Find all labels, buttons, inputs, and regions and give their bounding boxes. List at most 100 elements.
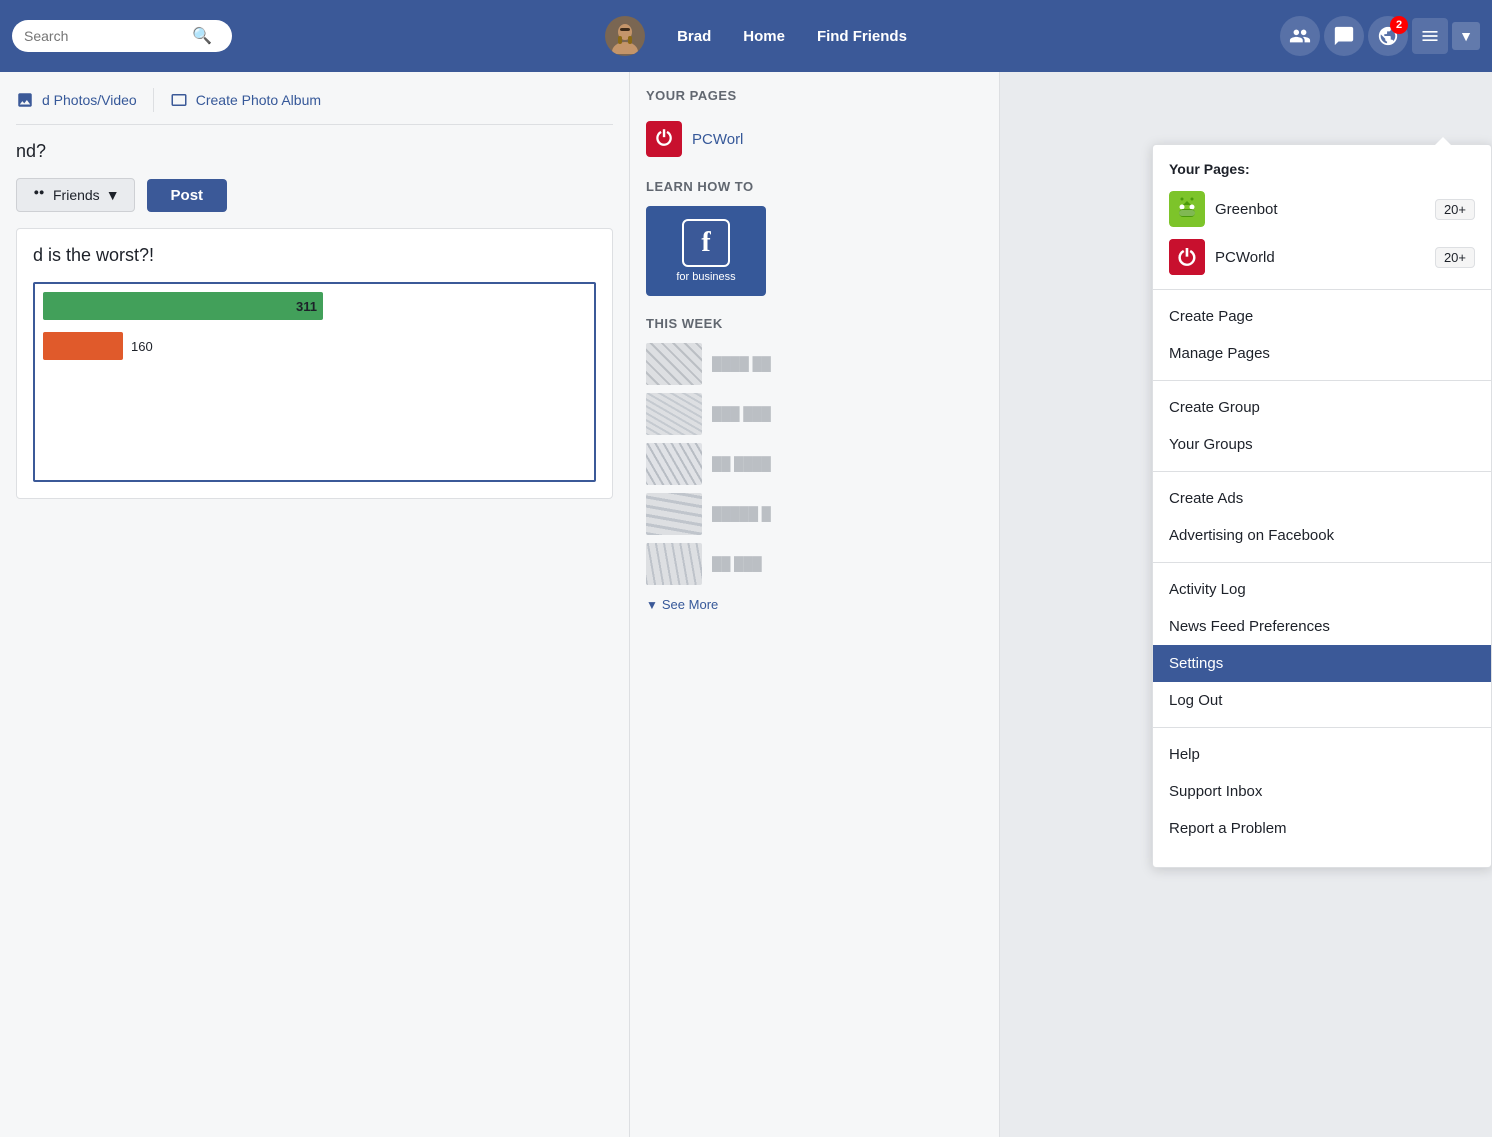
dropdown-pages-header: Your Pages:	[1153, 157, 1491, 185]
pages-list: ⏻ PCWorl	[646, 115, 983, 163]
week-text-5: ██ ███	[712, 556, 762, 573]
fb-business-card[interactable]: f for business	[646, 206, 766, 296]
dropdown-greenbot-badge: 20+	[1435, 199, 1475, 220]
dropdown-manage-pages[interactable]: Manage Pages	[1153, 335, 1491, 372]
dropdown-your-groups[interactable]: Your Groups	[1153, 426, 1491, 463]
page-item-pcworld[interactable]: ⏻ PCWorl	[646, 115, 983, 163]
notification-badge: 2	[1390, 16, 1408, 34]
week-thumb-4	[646, 493, 702, 535]
add-photos-item[interactable]: d Photos/Video	[16, 91, 137, 109]
dropdown-advertising[interactable]: Advertising on Facebook	[1153, 517, 1491, 554]
dropdown-groups-section: Create Group Your Groups	[1153, 380, 1491, 471]
chart-bar-row-1: 311	[43, 292, 586, 320]
messages-icon-btn[interactable]	[1324, 16, 1364, 56]
dropdown-activity-log[interactable]: Activity Log	[1153, 571, 1491, 608]
week-items: ████ ██ ███ ███ ██ ████ █████ █ ██ ███	[646, 343, 983, 585]
learn-section-title: Learn How to	[646, 179, 983, 194]
search-box[interactable]: 🔍	[12, 20, 232, 52]
week-item-1[interactable]: ████ ██	[646, 343, 983, 385]
week-thumb-3	[646, 443, 702, 485]
dropdown-logout[interactable]: Log Out	[1153, 682, 1491, 719]
week-item-2[interactable]: ███ ███	[646, 393, 983, 435]
this-week-title: This Week	[646, 316, 983, 331]
learn-section: Learn How to f for business	[646, 179, 983, 296]
post-button[interactable]: Post	[147, 179, 228, 212]
post-area: nd? Friends ▼ Post	[16, 141, 613, 212]
bar-green: 311	[43, 292, 323, 320]
dropdown-greenbot-name: Greenbot	[1215, 201, 1425, 218]
dropdown-create-group[interactable]: Create Group	[1153, 389, 1491, 426]
search-icon: 🔍	[192, 26, 212, 46]
post-actions: Friends ▼ Post	[16, 178, 613, 212]
svg-text:⏻: ⏻	[1178, 245, 1196, 270]
this-week-section: This Week ████ ██ ███ ███ ██ ████ █████ …	[646, 316, 983, 612]
dropdown-pages-section: Your Pages: Greenbot 20+	[1153, 157, 1491, 289]
bar-value-2: 160	[131, 339, 153, 354]
dropdown-ads-section: Create Ads Advertising on Facebook	[1153, 471, 1491, 562]
post-card: d is the worst?! 311 160	[16, 228, 613, 499]
week-text-1: ████ ██	[712, 356, 771, 373]
add-photos-label: d Photos/Video	[42, 92, 137, 108]
create-album-item[interactable]: Create Photo Album	[170, 91, 321, 109]
nav-username[interactable]: Brad	[677, 28, 711, 45]
dropdown-support-inbox[interactable]: Support Inbox	[1153, 773, 1491, 810]
week-text-4: █████ █	[712, 506, 771, 523]
friends-icon-btn[interactable]	[1280, 16, 1320, 56]
friends-btn-label: Friends	[53, 187, 100, 203]
center-panel: YOUR PAGES ⏻ PCWorl Learn How to f for b…	[630, 72, 1000, 1137]
see-more-link[interactable]: ▼ See More	[646, 597, 983, 612]
settings-icon-btn[interactable]	[1412, 18, 1448, 54]
week-text-2: ███ ███	[712, 406, 771, 423]
pcworld-icon: ⏻	[1169, 239, 1205, 275]
week-thumb-5	[646, 543, 702, 585]
post-title: d is the worst?!	[33, 245, 596, 266]
action-bar: d Photos/Video Create Photo Album	[16, 88, 613, 125]
dropdown-report-problem[interactable]: Report a Problem	[1153, 810, 1491, 847]
nav-center: Brad Home Find Friends	[232, 16, 1280, 56]
week-item-5[interactable]: ██ ███	[646, 543, 983, 585]
for-business-text: for business	[676, 271, 735, 283]
create-album-label: Create Photo Album	[196, 92, 321, 108]
dropdown-pcworld-name: PCWorld	[1215, 249, 1425, 266]
dropdown-arrow	[1435, 137, 1451, 145]
friends-dropdown-icon: ▼	[106, 187, 120, 203]
week-item-3[interactable]: ██ ████	[646, 443, 983, 485]
main-content: d Photos/Video Create Photo Album nd? Fr…	[0, 72, 1492, 1137]
dropdown-create-ads[interactable]: Create Ads	[1153, 480, 1491, 517]
dropdown-pcworld-badge: 20+	[1435, 247, 1475, 268]
pages-section-title: YOUR PAGES	[646, 88, 983, 103]
bar-orange	[43, 332, 123, 360]
dropdown-help-section: Help Support Inbox Report a Problem	[1153, 727, 1491, 855]
pcworld-icon-center: ⏻	[646, 121, 682, 157]
week-item-4[interactable]: █████ █	[646, 493, 983, 535]
chart-bar-row-2: 160	[43, 332, 586, 360]
search-input[interactable]	[24, 28, 184, 44]
nav-icons: 2 ▼	[1280, 16, 1480, 56]
dropdown-greenbot-item[interactable]: Greenbot 20+	[1153, 185, 1491, 233]
navbar: 🔍 Brad Home Find Friends	[0, 0, 1492, 72]
pcworld-page-name: PCWorl	[692, 131, 743, 148]
friends-button[interactable]: Friends ▼	[16, 178, 135, 212]
dropdown-help[interactable]: Help	[1153, 736, 1491, 773]
dropdown-news-feed[interactable]: News Feed Preferences	[1153, 608, 1491, 645]
left-panel: d Photos/Video Create Photo Album nd? Fr…	[0, 72, 630, 1137]
dropdown-pcworld-item[interactable]: ⏻ PCWorld 20+	[1153, 233, 1491, 281]
globe-icon-btn[interactable]: 2	[1368, 16, 1408, 56]
post-question: nd?	[16, 141, 613, 162]
dropdown-arrow-btn[interactable]: ▼	[1452, 22, 1480, 50]
dropdown-pages-manage-section: Create Page Manage Pages	[1153, 289, 1491, 380]
dropdown-menu: Your Pages: Greenbot 20+	[1152, 144, 1492, 868]
dropdown-settings[interactable]: Settings	[1153, 645, 1491, 682]
facebook-f-logo: f	[682, 219, 730, 267]
chart-container: 311 160	[33, 282, 596, 482]
avatar[interactable]	[605, 16, 645, 56]
nav-home-link[interactable]: Home	[743, 28, 785, 45]
greenbot-icon	[1169, 191, 1205, 227]
bar-value-1: 311	[296, 299, 317, 314]
nav-find-friends-link[interactable]: Find Friends	[817, 28, 907, 45]
dropdown-create-page[interactable]: Create Page	[1153, 298, 1491, 335]
dropdown-settings-section: Activity Log News Feed Preferences Setti…	[1153, 562, 1491, 727]
week-text-3: ██ ████	[712, 456, 771, 473]
week-thumb-1	[646, 343, 702, 385]
week-thumb-2	[646, 393, 702, 435]
